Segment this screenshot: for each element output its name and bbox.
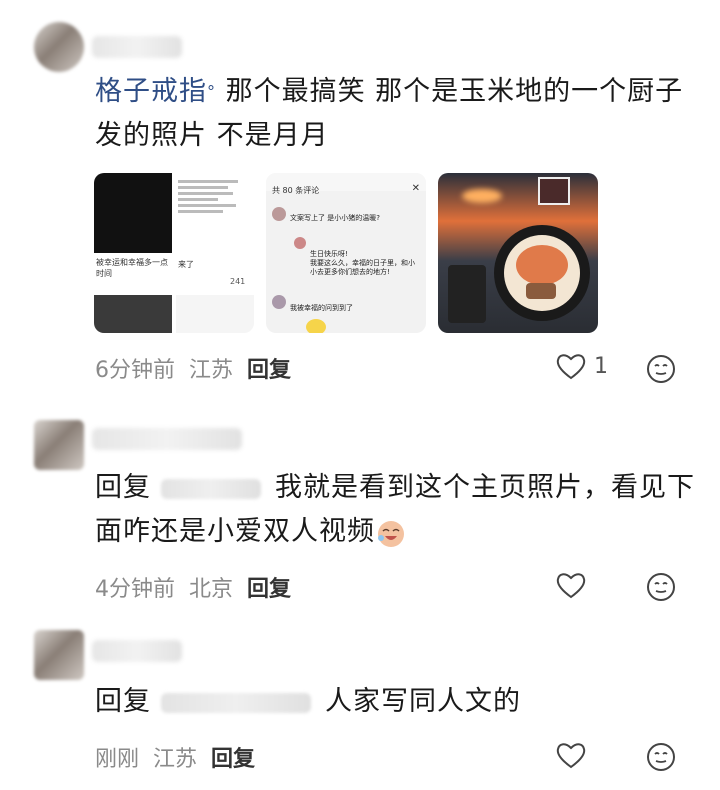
- emoji-reaction-icon[interactable]: [646, 742, 676, 772]
- comment-text: 格子戒指° 那个最搞笑 那个是玉米地的一个厨子发的照片 不是月月: [95, 70, 695, 158]
- emoji-reaction-icon[interactable]: [646, 354, 676, 384]
- avatar[interactable]: [34, 420, 84, 470]
- heart-icon: [556, 743, 586, 769]
- comment-image-3[interactable]: [438, 173, 598, 333]
- screenshot-line: 我要这么久，幸福的日子里，和小小去更多你们想去的地方!: [310, 259, 415, 276]
- like-button[interactable]: [556, 741, 586, 769]
- screenshot-line: 我被幸福的问到到了: [290, 304, 353, 312]
- comment-image-grid: 被幸运和幸福多一点时间 来了 241 共 80 条评论 ✕ 文案写上了 是小小猪…: [94, 173, 598, 333]
- mentioned-user-blurred[interactable]: [161, 692, 311, 713]
- laughing-emoji-icon: [378, 520, 404, 547]
- comment-image-2[interactable]: 共 80 条评论 ✕ 文案写上了 是小小猪的温暖? 生日快乐呀! 我要这么久，幸…: [266, 173, 426, 333]
- avatar[interactable]: [34, 630, 84, 680]
- heart-icon: [556, 573, 586, 599]
- timestamp: 4分钟前: [95, 577, 175, 602]
- heart-icon: [556, 354, 586, 380]
- like-count: 1: [594, 353, 608, 379]
- reply-button[interactable]: 回复: [247, 571, 291, 603]
- mentioned-user-blurred[interactable]: [161, 478, 261, 499]
- like-button[interactable]: [556, 571, 586, 599]
- comment-meta: 刚刚 江苏 回复: [95, 741, 255, 773]
- avatar[interactable]: [34, 22, 84, 72]
- close-icon: ✕: [411, 183, 420, 194]
- comment-text: 回复 我就是看到这个主页照片，看见下面咋还是小爱双人视频: [95, 466, 695, 554]
- username-blurred[interactable]: [92, 36, 182, 58]
- reply-button[interactable]: 回复: [247, 352, 291, 384]
- reply-prefix: 回复: [95, 472, 151, 503]
- screenshot-line: 生日快乐呀!: [310, 250, 348, 258]
- screenshot-header: 共 80 条评论: [272, 186, 320, 195]
- username-blurred[interactable]: [92, 428, 242, 450]
- screenshot-line: 文案写上了 是小小猪的温暖?: [290, 214, 380, 222]
- search-icon[interactable]: °: [207, 82, 216, 101]
- location: 江苏: [189, 358, 234, 383]
- comment-meta: 4分钟前 北京 回复: [95, 571, 291, 603]
- comment-meta: 6分钟前 江苏 回复: [95, 352, 291, 384]
- mentioned-user-link[interactable]: 格子戒指: [95, 76, 207, 107]
- username-blurred[interactable]: [92, 640, 182, 662]
- emoji-reaction-icon[interactable]: [646, 572, 676, 602]
- image-caption: 被幸运和幸福多一点时间: [96, 258, 168, 278]
- comment-text: 回复 人家写同人文的: [95, 680, 695, 724]
- reply-prefix: 回复: [95, 686, 151, 717]
- timestamp: 6分钟前: [95, 358, 175, 383]
- reply-button[interactable]: 回复: [211, 741, 255, 773]
- location: 北京: [189, 577, 234, 602]
- timestamp: 刚刚: [95, 747, 140, 772]
- comment-image-1[interactable]: 被幸运和幸福多一点时间 来了 241: [94, 173, 254, 333]
- image-like-count: 241: [230, 277, 246, 286]
- location: 江苏: [153, 747, 198, 772]
- image-caption: 来了: [178, 260, 194, 269]
- comment-body: 人家写同人文的: [325, 686, 521, 717]
- like-button[interactable]: 1: [556, 352, 608, 380]
